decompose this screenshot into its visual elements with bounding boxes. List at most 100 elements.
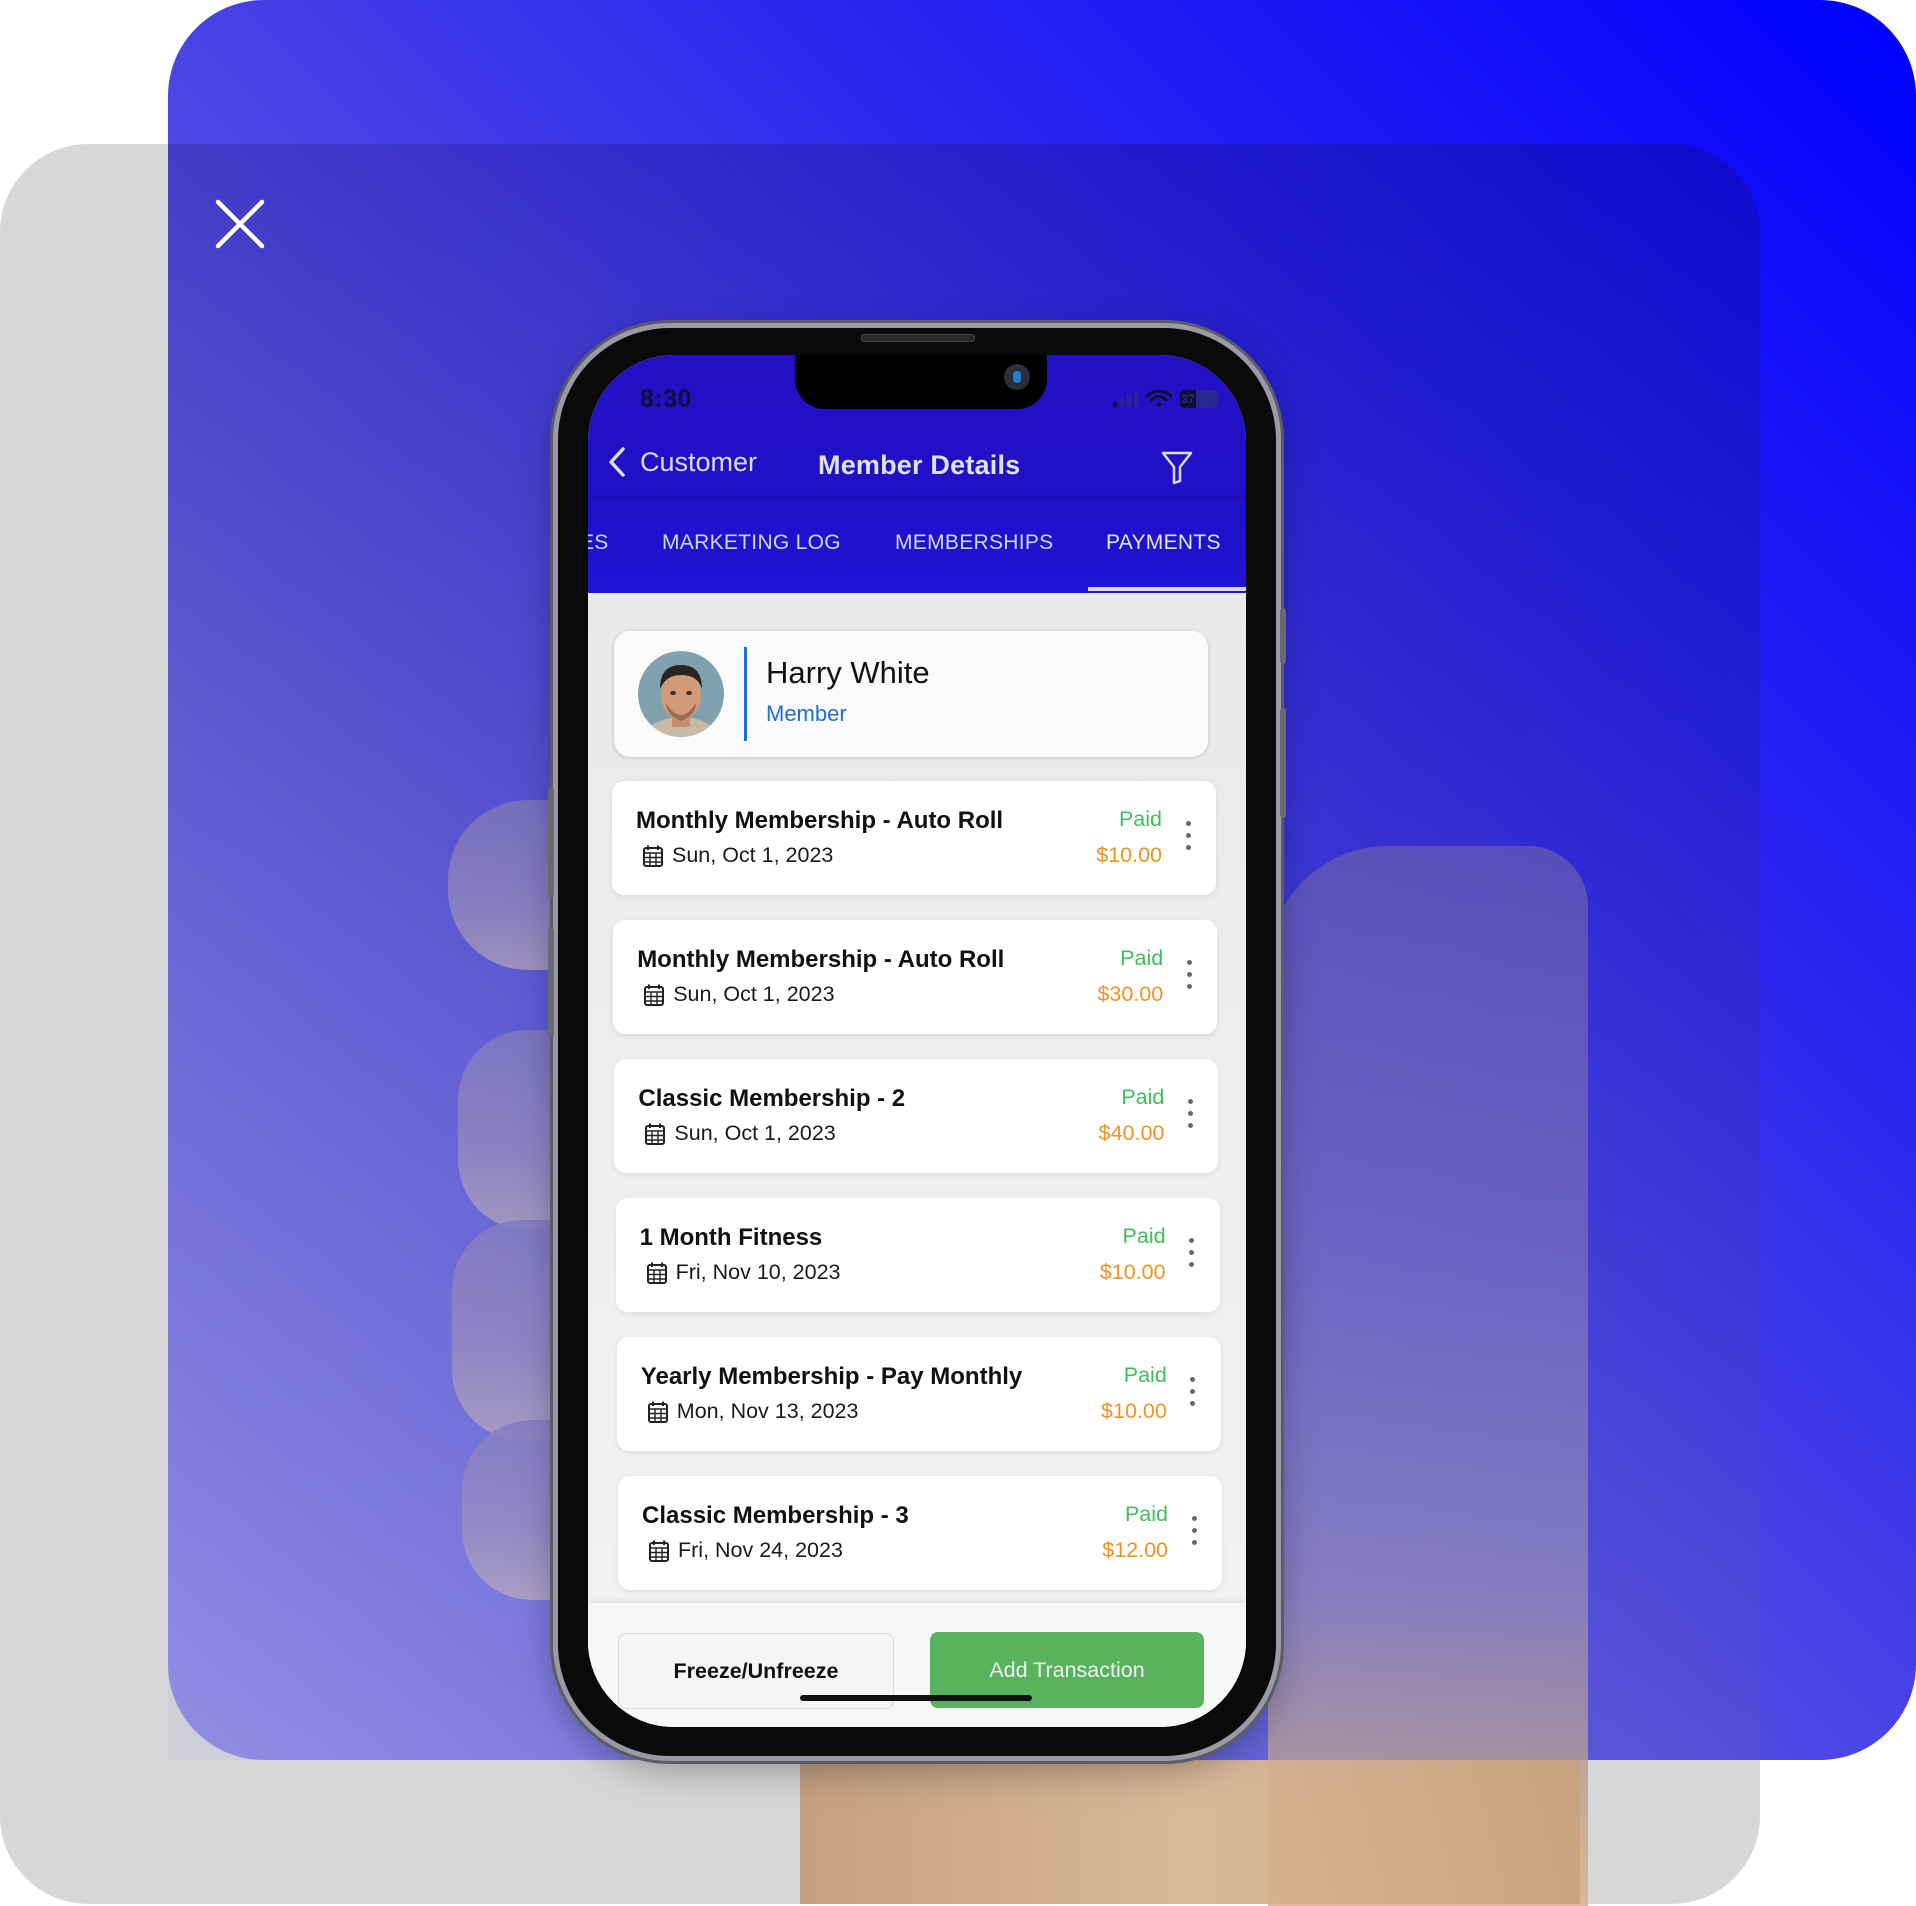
hand-palm (800, 1760, 1580, 1904)
phone-side-button (1280, 608, 1286, 664)
more-options-button[interactable] (1183, 960, 1195, 996)
member-name: Harry White (766, 655, 930, 690)
member-card[interactable]: Harry White Member (614, 631, 1208, 757)
status-icons: 37 (1113, 389, 1218, 409)
close-button[interactable] (214, 198, 266, 250)
kebab-dot (1191, 1540, 1197, 1545)
payment-date: Sun, Oct 1, 2023 (644, 1121, 836, 1146)
kebab-dot (1186, 984, 1192, 989)
more-options-button[interactable] (1187, 1377, 1199, 1413)
more-options-button[interactable] (1188, 1516, 1200, 1552)
payment-date: Sun, Oct 1, 2023 (643, 982, 835, 1007)
navigation-bar: Customer Member Details (588, 435, 1246, 498)
payment-row[interactable]: Monthly Membership - Auto Roll Sun, Oct … (612, 781, 1216, 895)
payment-amount: $40.00 (1098, 1121, 1165, 1145)
kebab-dot (1186, 960, 1192, 965)
payment-status: Paid (1121, 1085, 1165, 1109)
wifi-icon (1146, 389, 1172, 408)
payment-row[interactable]: 1 Month Fitness Fri, Nov 10, 2023 Paid $… (615, 1198, 1220, 1312)
payment-status: Paid (1124, 1502, 1168, 1526)
calendar-icon (647, 1401, 668, 1423)
payment-row[interactable]: Monthly Membership - Auto Roll Sun, Oct … (613, 920, 1218, 1034)
calendar-icon (646, 1262, 667, 1284)
more-options-button[interactable] (1186, 1238, 1198, 1274)
chevron-left-icon (609, 447, 625, 477)
kebab-dot (1187, 1111, 1193, 1116)
payment-title: Classic Membership - 3 (642, 1502, 909, 1529)
kebab-dot (1190, 1401, 1196, 1406)
member-role: Member (766, 701, 847, 726)
bottom-action-bar: Freeze/Unfreeze Add Transaction (588, 1603, 1246, 1727)
kebab-dot (1189, 1262, 1195, 1267)
phone-side-button (1280, 708, 1286, 818)
payment-date-text: Sun, Oct 1, 2023 (674, 1121, 836, 1145)
tab-payments[interactable]: PAYMENTS (1106, 531, 1221, 555)
back-label: Customer (640, 446, 758, 477)
member-divider (744, 647, 747, 741)
tab-marketing-log[interactable]: MARKETING LOG (662, 531, 841, 555)
kebab-dot (1186, 972, 1192, 977)
payment-date-text: Sun, Oct 1, 2023 (672, 843, 834, 867)
kebab-dot (1187, 1099, 1193, 1104)
payment-amount: $10.00 (1096, 843, 1162, 867)
back-button[interactable]: Customer (606, 445, 757, 479)
calendar-icon (645, 1123, 666, 1145)
payment-date-text: Fri, Nov 24, 2023 (678, 1538, 843, 1562)
kebab-dot (1191, 1528, 1197, 1533)
phone-speaker (861, 334, 975, 342)
payment-title: Monthly Membership - Auto Roll (636, 807, 1004, 834)
payment-amount: $12.00 (1102, 1538, 1168, 1562)
kebab-dot (1185, 845, 1191, 850)
more-options-button[interactable] (1184, 1099, 1196, 1135)
calendar-icon (643, 845, 663, 867)
avatar (638, 651, 724, 737)
home-indicator (800, 1695, 1032, 1701)
payment-date: Sun, Oct 1, 2023 (642, 843, 833, 868)
front-camera (1004, 364, 1030, 390)
more-options-button[interactable] (1182, 821, 1194, 857)
payment-status: Paid (1120, 946, 1164, 970)
battery-icon: 37 (1180, 390, 1218, 408)
payment-date: Mon, Nov 13, 2023 (647, 1399, 859, 1424)
kebab-dot (1191, 1516, 1197, 1521)
page-title: Member Details (818, 450, 1021, 480)
payment-status: Paid (1122, 1224, 1166, 1248)
payments-content: Harry White Member Monthly Membership - … (588, 593, 1246, 1727)
phone-volume-button (548, 928, 554, 1038)
phone-frame: 8:30 37 Customer Member Details S MARKET… (548, 328, 1286, 1756)
tab-bar: ES MARKETING LOG MEMBERSHIPS PAYMENTS (588, 505, 1246, 593)
kebab-dot (1190, 1389, 1196, 1394)
payment-row[interactable]: Classic Membership - 2 Sun, Oct 1, 2023 … (614, 1059, 1219, 1173)
payment-date-text: Sun, Oct 1, 2023 (673, 982, 835, 1006)
payment-status: Paid (1118, 807, 1162, 831)
payment-title: Monthly Membership - Auto Roll (637, 946, 1005, 973)
tab-memberships[interactable]: MEMBERSHIPS (895, 531, 1054, 555)
kebab-dot (1189, 1250, 1195, 1255)
signal-icon (1113, 391, 1138, 407)
phone-volume-button (548, 788, 554, 898)
status-time: 8:30 (640, 385, 693, 413)
payment-row[interactable]: Yearly Membership - Pay Monthly Mon, Nov… (616, 1337, 1221, 1451)
tab-notes[interactable]: ES (588, 531, 609, 555)
payment-amount: $10.00 (1101, 1399, 1167, 1423)
kebab-dot (1185, 833, 1191, 838)
payment-title: Classic Membership - 2 (638, 1085, 906, 1112)
payment-date-text: Mon, Nov 13, 2023 (676, 1399, 859, 1423)
payment-title: Yearly Membership - Pay Monthly (640, 1363, 1023, 1390)
payment-amount: $10.00 (1099, 1260, 1166, 1284)
payment-date-text: Fri, Nov 10, 2023 (675, 1260, 841, 1284)
active-tab-indicator (1088, 587, 1246, 591)
calendar-icon (644, 984, 665, 1006)
payment-status: Paid (1123, 1363, 1167, 1387)
calendar-icon (649, 1540, 669, 1562)
payment-date: Fri, Nov 24, 2023 (648, 1538, 843, 1563)
payment-title: 1 Month Fitness (639, 1224, 823, 1251)
filter-icon (1161, 451, 1193, 485)
phone-screen: 8:30 37 Customer Member Details S MARKET… (588, 355, 1246, 1727)
payment-date: Fri, Nov 10, 2023 (646, 1260, 841, 1285)
payment-row[interactable]: Classic Membership - 3 Fri, Nov 24, 2023… (618, 1476, 1222, 1590)
battery-level: 37 (1180, 390, 1196, 408)
filter-button[interactable] (1160, 449, 1194, 485)
kebab-dot (1185, 821, 1191, 826)
close-icon (215, 199, 265, 249)
